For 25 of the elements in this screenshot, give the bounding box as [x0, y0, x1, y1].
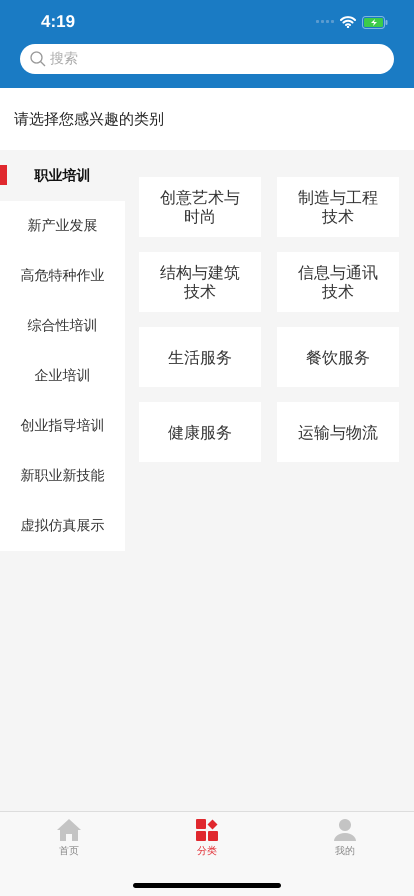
sidebar-item[interactable]: 高危特种作业 — [0, 251, 125, 301]
category-card[interactable]: 创意艺术与时尚 — [139, 177, 261, 237]
sidebar-item[interactable]: 创业指导培训 — [0, 401, 125, 451]
status-time: 4:19 — [41, 12, 76, 32]
home-icon — [57, 819, 81, 841]
signal-icon — [316, 20, 334, 24]
category-card[interactable]: 健康服务 — [139, 402, 261, 462]
category-card[interactable]: 餐饮服务 — [277, 327, 399, 387]
sidebar-item[interactable]: 虚拟仿真展示 — [0, 501, 125, 551]
squares-icon — [196, 819, 218, 841]
category-card[interactable]: 制造与工程技术 — [277, 177, 399, 237]
person-icon — [334, 819, 356, 841]
category-card[interactable]: 运输与物流 — [277, 402, 399, 462]
sidebar-item[interactable]: 企业培训 — [0, 351, 125, 401]
sidebar-item[interactable]: 综合性培训 — [0, 301, 125, 351]
tab-bar-item[interactable]: 分类 — [138, 819, 276, 858]
wifi-icon — [340, 16, 356, 28]
category-card[interactable]: 结构与建筑技术 — [139, 252, 261, 312]
sidebar-item[interactable]: 新产业发展 — [0, 201, 125, 251]
search-field[interactable]: 搜索 — [20, 44, 394, 74]
category-card[interactable]: 信息与通讯技术 — [277, 252, 399, 312]
category-card[interactable]: 生活服务 — [139, 327, 261, 387]
sidebar-item[interactable]: 新职业新技能 — [0, 451, 125, 501]
section-title: 请选择您感兴趣的类别 — [14, 110, 164, 128]
battery-icon — [362, 16, 388, 28]
